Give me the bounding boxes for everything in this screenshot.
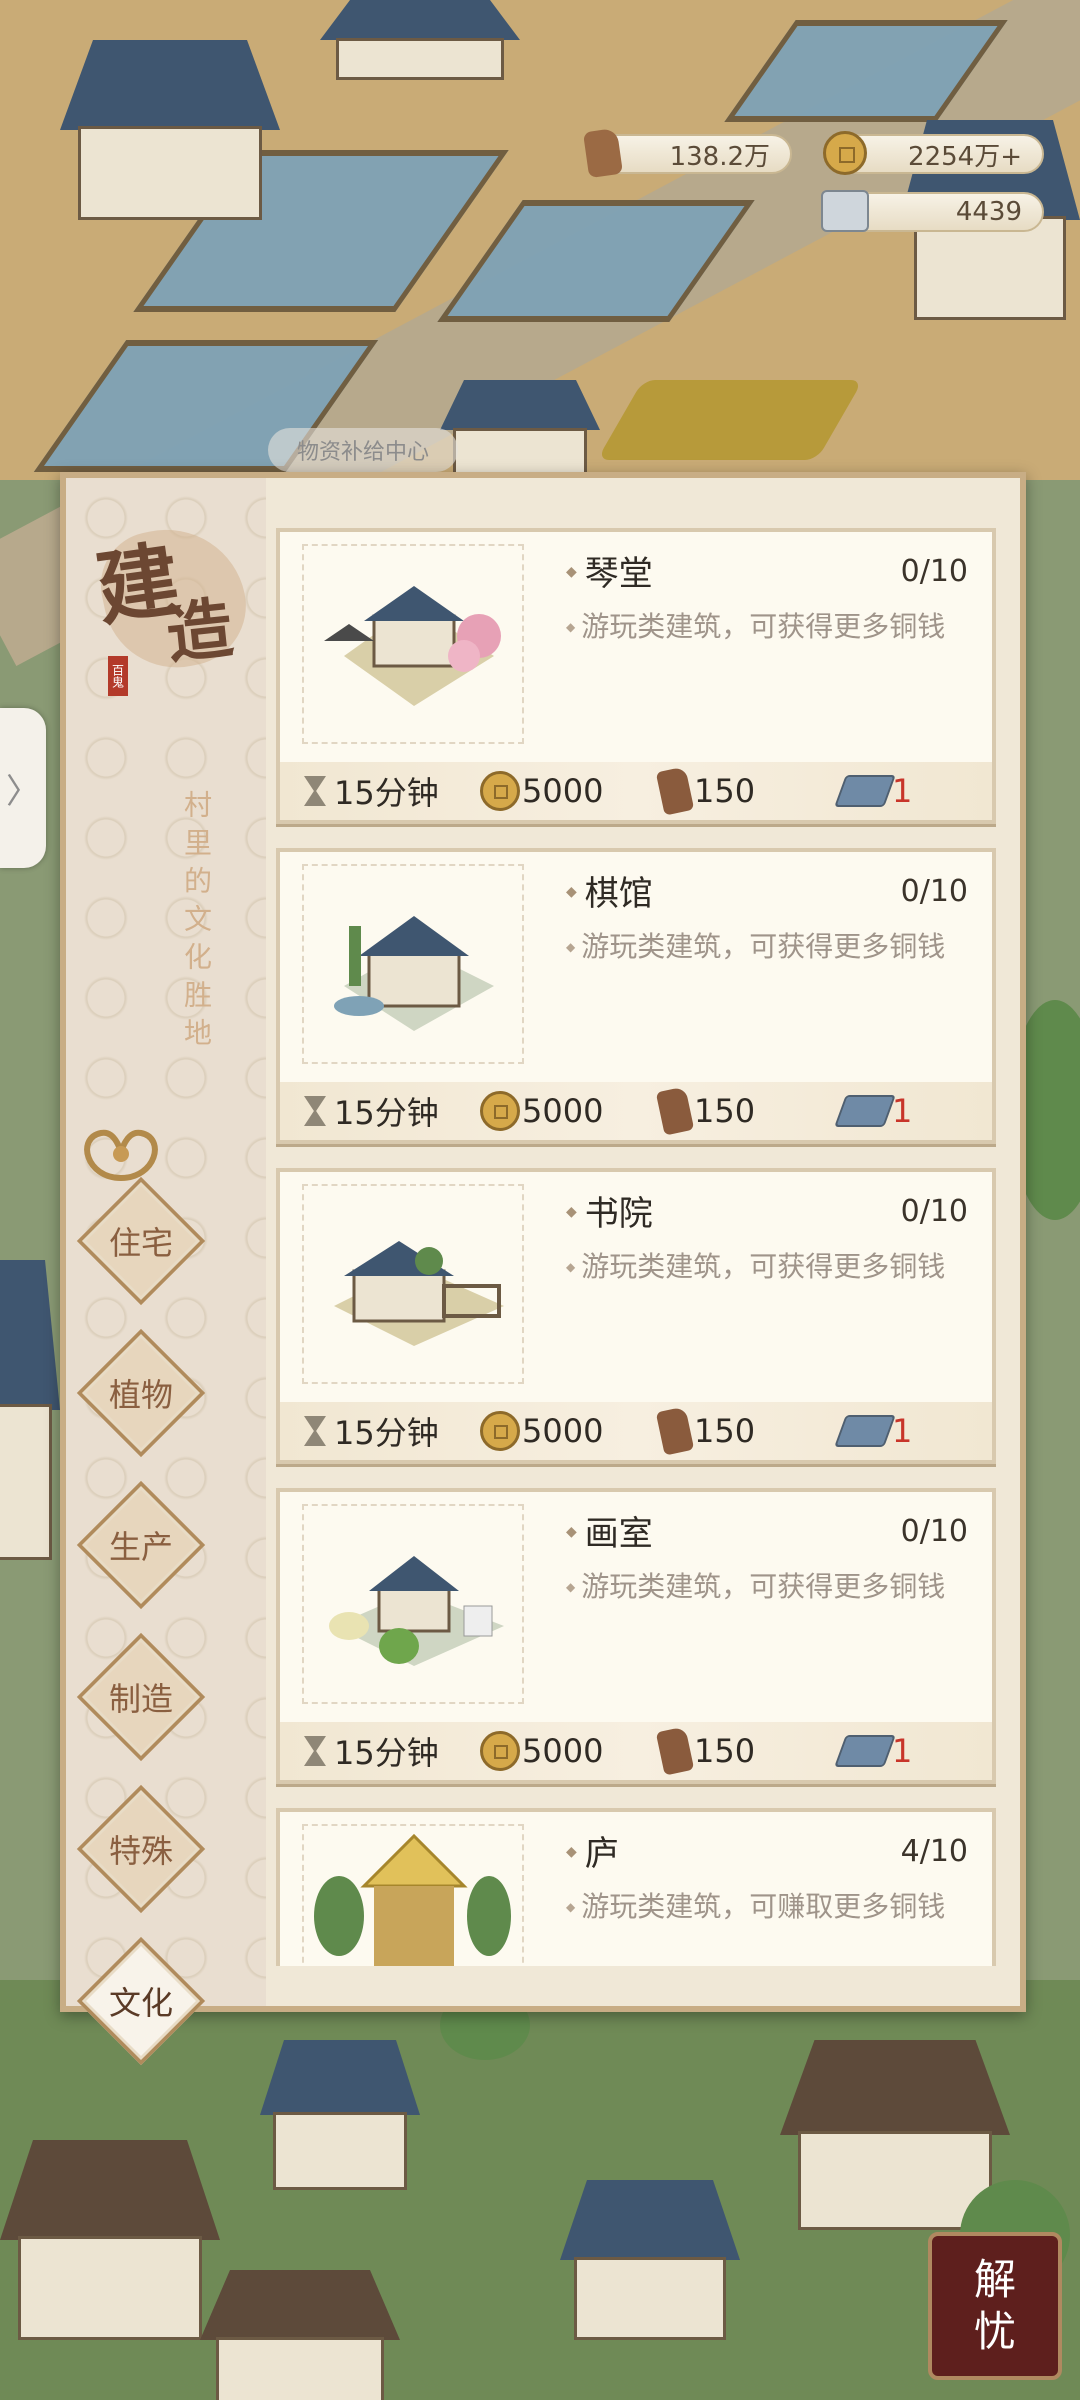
- house: [0, 2140, 220, 2340]
- building-description: 游玩类建筑，可获得更多铜钱: [566, 1572, 986, 1607]
- panel-title: 建 造: [91, 514, 258, 682]
- building-description: 游玩类建筑，可获得更多铜钱: [566, 1252, 986, 1287]
- stone-icon: [820, 186, 870, 236]
- house: [60, 40, 280, 220]
- coin-amount: 2254万+: [908, 141, 1022, 172]
- house: [260, 2040, 420, 2190]
- coin-icon: [480, 1411, 520, 1451]
- wood-resource[interactable]: 138.2万: [582, 127, 792, 179]
- house: [440, 380, 600, 480]
- building-name: 琴堂: [566, 546, 653, 595]
- stone-resource[interactable]: 4439: [821, 190, 1044, 232]
- jieyou-button[interactable]: 解 忧: [928, 2232, 1062, 2380]
- cost-bar: 15分钟 5000 150 1: [280, 1722, 992, 1780]
- building-name: 书院: [566, 1186, 653, 1235]
- coin-icon: [480, 771, 520, 811]
- category-culture[interactable]: 文化: [76, 1936, 206, 2066]
- cost-bar: 15分钟 5000 150 1: [280, 1082, 992, 1140]
- category-sidebar: 建 造 百鬼 村里的文化胜地 住宅 植物 生产 制造 特殊 文化: [66, 478, 266, 2066]
- wood-amount: 138.2万: [669, 141, 770, 172]
- category-plants[interactable]: 植物: [76, 1328, 206, 1458]
- cost-bar: 15分钟 5000 150 1: [280, 1402, 992, 1460]
- build-time: 15分钟: [334, 1734, 439, 1772]
- wood-cost: 150: [694, 772, 756, 810]
- tile-cost: 1: [892, 1412, 913, 1450]
- stone-amount: 4439: [955, 197, 1022, 227]
- coin-cost: 5000: [522, 1732, 604, 1770]
- coin-cost: 5000: [522, 772, 604, 810]
- red-seal: 百鬼: [108, 656, 128, 696]
- side-expand-tab[interactable]: 〉: [0, 708, 46, 868]
- building-card[interactable]: 庐 4/10 游玩类建筑，可赚取更多铜钱: [276, 1808, 996, 1966]
- building-description: 游玩类建筑，可获得更多铜钱: [566, 932, 986, 967]
- house: [200, 2270, 400, 2400]
- build-panel: 建 造 百鬼 村里的文化胜地 住宅 植物 生产 制造 特殊 文化 琴堂 0/10…: [60, 472, 1026, 2066]
- hourglass-icon: [304, 1736, 326, 1766]
- category-residential[interactable]: 住宅: [76, 1176, 206, 1306]
- build-time: 15分钟: [334, 774, 439, 812]
- building-count: 0/10: [900, 874, 968, 909]
- building-description: 游玩类建筑，可赚取更多铜钱: [566, 1892, 986, 1927]
- wood-icon: [578, 127, 628, 179]
- building-card[interactable]: 琴堂 0/10 游玩类建筑，可获得更多铜钱 15分钟 5000 150 1: [276, 528, 996, 824]
- tile-cost: 1: [892, 1732, 913, 1770]
- build-time: 15分钟: [334, 1414, 439, 1452]
- wood-cost: 150: [694, 1732, 756, 1770]
- coin-resource[interactable]: 2254万+: [823, 131, 1044, 175]
- house: [0, 1260, 60, 1560]
- building-list[interactable]: 琴堂 0/10 游玩类建筑，可获得更多铜钱 15分钟 5000 150 1 棋馆…: [276, 528, 996, 1966]
- wood-cost: 150: [694, 1412, 756, 1450]
- category-subtitle: 村里的文化胜地: [180, 790, 213, 1056]
- wood-icon: [655, 766, 695, 816]
- hourglass-icon: [304, 1096, 326, 1126]
- title-char: 造: [162, 588, 237, 674]
- coin-cost: 5000: [522, 1412, 604, 1450]
- coin-icon: [820, 128, 870, 178]
- building-card[interactable]: 书院 0/10 游玩类建筑，可获得更多铜钱 15分钟 5000 150 1: [276, 1168, 996, 1464]
- building-count: 0/10: [900, 1514, 968, 1549]
- building-count: 0/10: [900, 1194, 968, 1229]
- wood-icon: [655, 1086, 695, 1136]
- badge-char: 解: [973, 2255, 1016, 2304]
- lu-hut-icon: [302, 1824, 524, 1966]
- category-manufacture[interactable]: 制造: [76, 1632, 206, 1762]
- wood-cost: 150: [694, 1092, 756, 1130]
- qintang-building-icon: [302, 544, 524, 744]
- tile-cost: 1: [892, 1092, 913, 1130]
- coin-icon: [480, 1731, 520, 1771]
- building-card[interactable]: 画室 0/10 游玩类建筑，可获得更多铜钱 15分钟 5000 150 1: [276, 1488, 996, 1784]
- cost-bar: 15分钟 5000 150 1: [280, 762, 992, 820]
- tile-icon: [834, 1415, 896, 1447]
- building-count: 4/10: [900, 1834, 968, 1869]
- tile-icon: [834, 1095, 896, 1127]
- wood-icon: [655, 1406, 695, 1456]
- map-label: 物资补给中心: [268, 428, 458, 472]
- tile-icon: [834, 1735, 896, 1767]
- category-special[interactable]: 特殊: [76, 1784, 206, 1914]
- hourglass-icon: [304, 776, 326, 806]
- coin-icon: [480, 1091, 520, 1131]
- shuyuan-building-icon: [302, 1184, 524, 1384]
- build-time: 15分钟: [334, 1094, 439, 1132]
- coin-cost: 5000: [522, 1092, 604, 1130]
- hourglass-icon: [304, 1416, 326, 1446]
- building-card[interactable]: 棋馆 0/10 游玩类建筑，可获得更多铜钱 15分钟 5000 150 1: [276, 848, 996, 1144]
- building-count: 0/10: [900, 554, 968, 589]
- building-name: 庐: [566, 1826, 619, 1875]
- chevron-right-icon: 〉: [6, 771, 40, 812]
- building-name: 棋馆: [566, 866, 653, 915]
- huashi-building-icon: [302, 1504, 524, 1704]
- crop-field: [596, 380, 864, 460]
- building-name: 画室: [566, 1506, 653, 1555]
- badge-char: 忧: [973, 2307, 1016, 2356]
- qiguan-building-icon: [302, 864, 524, 1064]
- house: [560, 2180, 740, 2340]
- category-production[interactable]: 生产: [76, 1480, 206, 1610]
- wood-icon: [655, 1726, 695, 1776]
- tile-icon: [834, 775, 896, 807]
- building-description: 游玩类建筑，可获得更多铜钱: [566, 612, 986, 647]
- house: [320, 0, 520, 80]
- tile-cost: 1: [892, 772, 913, 810]
